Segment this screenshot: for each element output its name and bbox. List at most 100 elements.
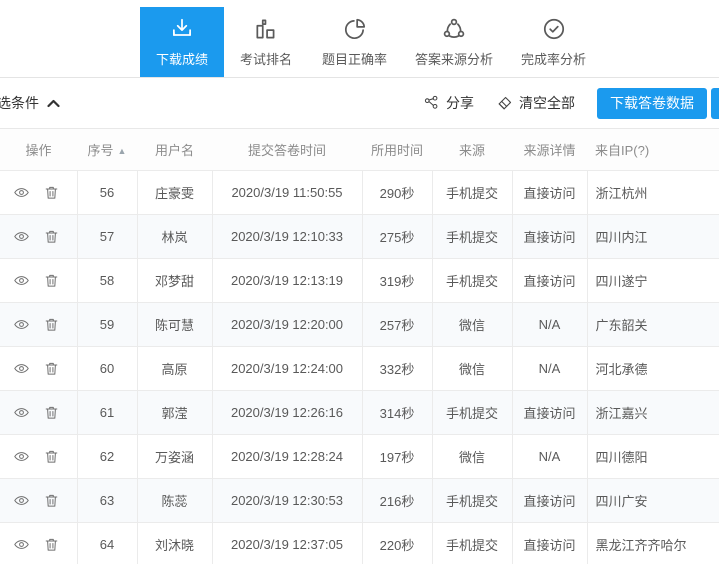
delete-button[interactable] [43,404,60,421]
cell-duration: 220秒 [362,523,432,564]
cell-submit-time: 2020/3/19 12:26:16 [212,391,362,435]
tab-question-accuracy[interactable]: 题目正确率 [308,7,401,77]
view-button[interactable] [13,272,30,289]
table-row: 59 陈可慧 2020/3/19 12:20:00 257秒 微信 N/A 广东… [0,303,719,347]
delete-button[interactable] [43,228,60,245]
filter-conditions-label: 选条件 [0,93,39,113]
view-button[interactable] [13,448,30,465]
table-row: 60 高原 2020/3/19 12:24:00 332秒 微信 N/A 河北承… [0,347,719,391]
cell-source-detail: 直接访问 [512,259,587,303]
chevron-up-icon [47,99,60,108]
cell-source-detail: N/A [512,303,587,347]
cell-submit-time: 2020/3/19 12:10:33 [212,215,362,259]
cell-duration: 290秒 [362,171,432,215]
cell-serial: 61 [77,391,137,435]
cell-username: 陈蕊 [137,479,212,523]
cell-serial: 63 [77,479,137,523]
cell-username: 陈可慧 [137,303,212,347]
tab-completion-rate-analysis[interactable]: 完成率分析 [507,7,600,77]
table-row: 58 邓梦甜 2020/3/19 12:13:19 319秒 手机提交 直接访问… [0,259,719,303]
view-button[interactable] [13,492,30,509]
cell-username: 万姿涵 [137,435,212,479]
cell-from-ip: 四川遂宁 [587,259,719,303]
cell-duration: 216秒 [362,479,432,523]
cell-submit-time: 2020/3/19 12:24:00 [212,347,362,391]
cell-submit-time: 2020/3/19 12:28:24 [212,435,362,479]
cell-source: 手机提交 [432,523,512,564]
view-button[interactable] [13,404,30,421]
header-source-detail: 来源详情 [512,129,587,171]
trash-icon [43,448,60,465]
tab-answer-source-analysis[interactable]: 答案来源分析 [401,7,507,77]
cell-from-ip: 四川广安 [587,479,719,523]
tab-label: 下载成绩 [156,49,208,68]
header-submit-time: 提交答卷时间 [212,129,362,171]
view-button[interactable] [13,184,30,201]
delete-button[interactable] [43,492,60,509]
filter-conditions-toggle[interactable]: 选条件 [0,93,60,113]
cell-serial: 59 [77,303,137,347]
header-serial-sortable[interactable]: 序号▲ [77,129,137,171]
trash-icon [43,536,60,553]
cell-source: 手机提交 [432,391,512,435]
tab-exam-ranking[interactable]: 考试排名 [224,7,308,77]
cell-actions [0,435,77,479]
pie-chart-icon [342,16,368,42]
view-button[interactable] [13,536,30,553]
cell-username: 庄豪雯 [137,171,212,215]
download-answer-data-button[interactable]: 下载答卷数据 [597,88,707,119]
view-button[interactable] [13,228,30,245]
cell-serial: 64 [77,523,137,564]
table-row: 61 郭滢 2020/3/19 12:26:16 314秒 手机提交 直接访问 … [0,391,719,435]
cell-username: 邓梦甜 [137,259,212,303]
cell-serial: 60 [77,347,137,391]
cell-from-ip: 黑龙江齐齐哈尔 [587,523,719,564]
delete-button[interactable] [43,184,60,201]
delete-button[interactable] [43,360,60,377]
table-row: 64 刘沐晓 2020/3/19 12:37:05 220秒 手机提交 直接访问… [0,523,719,564]
eye-icon [13,228,30,245]
cell-actions [0,215,77,259]
cell-from-ip: 浙江杭州 [587,171,719,215]
cell-source-detail: N/A [512,347,587,391]
download-secondary-button-partial[interactable] [711,88,719,119]
cell-source-detail: 直接访问 [512,391,587,435]
cell-submit-time: 2020/3/19 12:30:53 [212,479,362,523]
sort-asc-icon: ▲ [118,146,127,156]
eye-icon [13,272,30,289]
trash-icon [43,272,60,289]
cell-source: 手机提交 [432,259,512,303]
download-icon [169,16,195,42]
eye-icon [13,184,30,201]
view-button[interactable] [13,316,30,333]
table-row: 57 林岚 2020/3/19 12:10:33 275秒 手机提交 直接访问 … [0,215,719,259]
delete-button[interactable] [43,448,60,465]
cell-source-detail: 直接访问 [512,171,587,215]
cell-duration: 314秒 [362,391,432,435]
cell-source-detail: N/A [512,435,587,479]
table-row: 56 庄豪雯 2020/3/19 11:50:55 290秒 手机提交 直接访问… [0,171,719,215]
delete-button[interactable] [43,316,60,333]
share-nodes-icon [423,95,440,112]
cell-actions [0,391,77,435]
eye-icon [13,448,30,465]
cell-serial: 58 [77,259,137,303]
delete-button[interactable] [43,536,60,553]
cell-from-ip: 河北承德 [587,347,719,391]
clear-all-label: 清空全部 [519,93,575,113]
clear-all-button[interactable]: 清空全部 [496,93,575,113]
cell-from-ip: 四川内江 [587,215,719,259]
tab-download-scores[interactable]: 下载成绩 [140,7,224,77]
answers-table: 操作 序号▲ 用户名 提交答卷时间 所用时间 来源 来源详情 来自IP(?) 5… [0,128,719,564]
header-actions: 操作 [0,129,77,171]
trash-icon [43,360,60,377]
cell-source: 手机提交 [432,479,512,523]
trash-icon [43,492,60,509]
table-row: 62 万姿涵 2020/3/19 12:28:24 197秒 微信 N/A 四川… [0,435,719,479]
view-button[interactable] [13,360,30,377]
cell-source-detail: 直接访问 [512,215,587,259]
delete-button[interactable] [43,272,60,289]
header-source: 来源 [432,129,512,171]
cell-from-ip: 四川德阳 [587,435,719,479]
share-button[interactable]: 分享 [423,93,474,113]
